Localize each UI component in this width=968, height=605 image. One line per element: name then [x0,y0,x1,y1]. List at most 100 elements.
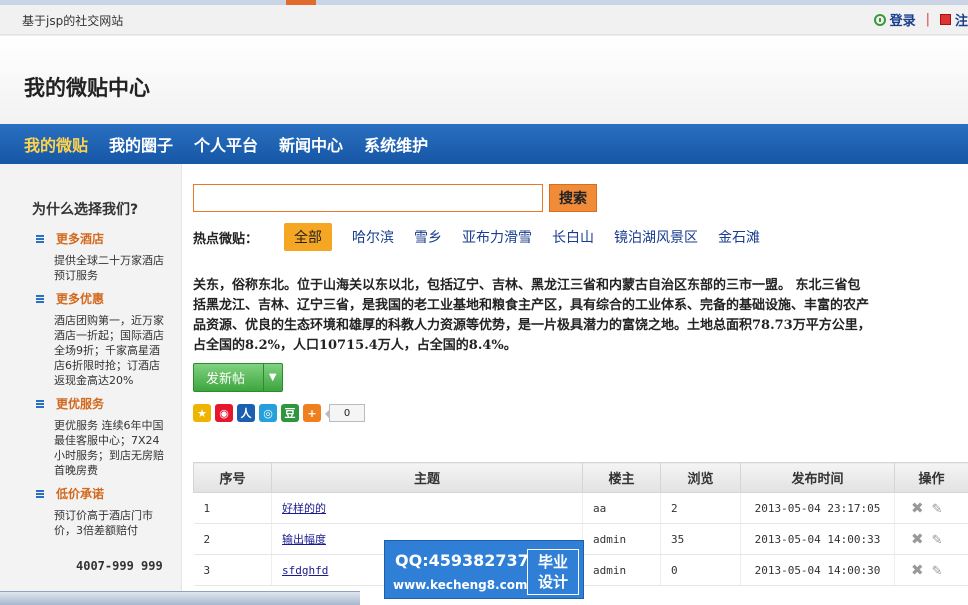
table-row: 1 好样的的 aa 2 2013-05-04 23:17:05 ✖ ✎ [193,492,968,524]
nav-item-system-maintenance[interactable]: 系统维护 [364,132,428,156]
cell-ops: ✖ ✎ [894,492,968,524]
register-icon [939,14,951,25]
post-subject-link[interactable]: sfdghfd [282,564,328,577]
cell-views: 0 [660,554,741,586]
hot-tag-all[interactable]: 全部 [284,223,333,251]
col-header-time: 发布时间 [740,462,895,493]
list-bullet-icon [36,234,44,243]
col-header-views: 浏览 [660,462,741,493]
sidebar-section-head: 更多酒店 [56,232,105,246]
register-label: 注 [954,14,968,29]
douban-icon[interactable]: 豆 [281,404,299,422]
list-bullet-icon [36,294,44,303]
watermark-overlay: QQ:459382737 www.kecheng8.com 毕业 设计 [384,540,584,599]
new-post-label: 发新帖 [206,372,246,387]
post-subject-link[interactable]: 好样的的 [282,502,326,515]
hot-topics: 热点微贴： 全部 哈尔滨 雪乡 亚布力滑雪 长白山 镜泊湖风景区 金石滩 [193,223,780,251]
sidebar-section-more-discounts: 更多优惠 酒店团购第一，近万家酒店一折起；国际酒店全场9折；千家高星酒店6折限时… [36,290,166,388]
sidebar-section-head: 更优服务 [56,397,105,411]
main-nav: 我的微贴 我的圈子 个人平台 新闻中心 系统维护 [0,124,968,164]
renren-icon[interactable]: 人 [237,404,255,422]
nav-item-personal-platform[interactable]: 个人平台 [194,132,258,156]
sidebar-section-better-service: 更优服务 更优服务 连续6年中国最佳客服中心；7X24小时服务；到店无房赔首晚房… [36,395,166,478]
delete-icon[interactable]: ✖ [911,499,924,517]
cell-time: 2013-05-04 23:17:05 [740,492,895,524]
more-share-icon[interactable]: + [303,404,321,422]
share-bar: ★ ◉ 人 ◎ 豆 + 0 [193,404,365,422]
intro-line: 占全国的8.2%，人口10715.4万人，占全国的8.4%。 [193,338,517,353]
sidebar-section-body: 预订价高于酒店门市价，3倍差额赔付 [54,509,153,537]
sidebar-section-body: 更优服务 连续6年中国最佳客服中心；7X24小时服务；到店无房赔首晚房费 [54,419,164,477]
cell-author: admin [582,523,661,555]
col-header-no: 序号 [193,462,272,493]
share-count: 0 [325,404,365,422]
nav-item-news-center[interactable]: 新闻中心 [279,132,343,156]
intro-line: 括黑龙江、吉林、辽宁三省，是我国的老工业基地和粮食主产区，具有综合的工业体系、完… [193,298,870,313]
delete-icon[interactable]: ✖ [911,561,924,579]
weibo-icon[interactable]: ◉ [215,404,233,422]
cell-author: admin [582,554,661,586]
cell-views: 35 [660,523,741,555]
hot-tag-jinshitan[interactable]: 金石滩 [718,227,760,247]
search-input[interactable] [193,184,543,212]
nav-item-my-posts[interactable]: 我的微贴 [24,132,88,156]
hot-tag-harbin[interactable]: 哈尔滨 [352,227,394,247]
cell-author: aa [582,492,661,524]
cell-no: 1 [193,492,272,524]
sidebar: 为什么选择我们? 更多酒店 提供全球二十万家酒店预订服务 更多优惠 酒店团购第一… [0,164,182,591]
hot-tag-yabuli-ski[interactable]: 亚布力滑雪 [462,227,532,247]
cell-ops: ✖ ✎ [894,554,968,586]
hot-tag-jingpo-lake[interactable]: 镜泊湖风景区 [614,227,698,247]
cell-subject: 好样的的 [271,492,583,524]
cell-time: 2013-05-04 14:00:33 [740,523,895,555]
sidebar-phone: 4007-999 999 [76,559,163,573]
login-icon [873,13,886,26]
hot-tag-changbai-mountain[interactable]: 长白山 [552,227,594,247]
hot-tag-snow-town[interactable]: 雪乡 [414,227,442,247]
qzone-icon[interactable]: ★ [193,404,211,422]
watermark-qq: QQ:459382737 [395,551,529,570]
page-header: 我的微贴中心 [0,36,968,124]
sidebar-section-low-price: 低价承诺 预订价高于酒店门市价，3倍差额赔付 [36,485,166,538]
window-bottom-bar [0,591,360,605]
watermark-badge-line: 毕业 [537,553,568,571]
cell-ops: ✖ ✎ [894,523,968,555]
login-label: 登录 [889,14,916,29]
watermark-site: www.kecheng8.com [393,578,528,592]
tencent-weibo-icon[interactable]: ◎ [259,404,277,422]
site-name: 基于jsp的社交网站 [22,14,124,28]
cell-no: 3 [193,554,272,586]
search-button[interactable]: 搜索 [549,184,597,212]
watermark-badge: 毕业 设计 [527,549,579,595]
edit-icon[interactable]: ✎ [932,502,943,517]
sidebar-section-head: 更多优惠 [56,292,105,306]
chevron-down-icon[interactable]: ▼ [262,364,283,391]
edit-icon[interactable]: ✎ [932,564,943,579]
col-header-author: 楼主 [582,462,661,493]
cell-time: 2013-05-04 14:00:30 [740,554,895,586]
sidebar-section-more-hotels: 更多酒店 提供全球二十万家酒店预订服务 [36,230,166,283]
login-link[interactable]: 登录 [873,10,916,29]
sidebar-section-head: 低价承诺 [56,487,105,501]
col-header-ops: 操作 [894,462,968,493]
new-post-button[interactable]: 发新帖 ▼ [193,363,283,392]
intro-line: 品资源、优良的生态环境和雄厚的科教人力资源等优势，是一片极具潜力的富饶之地。土地… [193,318,871,333]
post-subject-link[interactable]: 输出幅度 [282,533,326,546]
link-separator: | [925,12,930,27]
intro-line: 关东，俗称东北。位于山海关以东以北，包括辽宁、吉林、黑龙江三省和内蒙古自治区东部… [193,278,861,293]
intro-text: 关东，俗称东北。位于山海关以东以北，包括辽宁、吉林、黑龙江三省和内蒙古自治区东部… [193,276,968,356]
watermark-badge-line: 设计 [537,573,568,591]
list-bullet-icon [36,489,44,498]
nav-item-my-circle[interactable]: 我的圈子 [109,132,173,156]
sidebar-section-body: 酒店团购第一，近万家酒店一折起；国际酒店全场9折；千家高星酒店6折限时抢；订酒店… [54,314,164,387]
register-link[interactable]: 注 [939,10,968,29]
table-header-row: 序号 主题 楼主 浏览 发布时间 操作 [193,462,968,493]
cell-no: 2 [193,523,272,555]
edit-icon[interactable]: ✎ [932,533,943,548]
top-links: 登录 | 注 [873,10,968,29]
page-title: 我的微贴中心 [24,75,150,100]
hot-topics-label: 热点微贴： [193,231,259,247]
sidebar-title: 为什么选择我们? [32,202,139,218]
delete-icon[interactable]: ✖ [911,530,924,548]
cell-views: 2 [660,492,741,524]
